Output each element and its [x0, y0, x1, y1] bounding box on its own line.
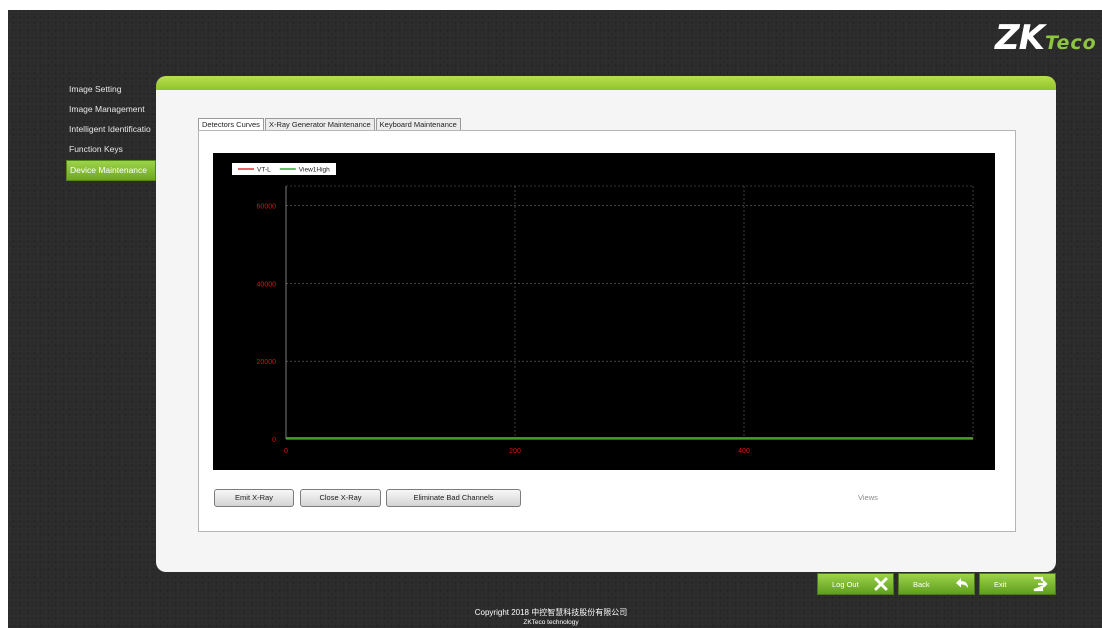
sidebar-item-function-keys[interactable]: Function Keys [66, 140, 156, 159]
y-tick-label: 40000 [257, 281, 277, 288]
chart-svg: 0 20000 40000 60000 0 200 400 VT-L View1High [213, 153, 995, 470]
back-button[interactable]: Back [898, 573, 975, 595]
logout-button[interactable]: Log Out [817, 573, 894, 595]
zkteco-logo: ZKTeco [995, 18, 1097, 58]
back-label: Back [913, 580, 930, 589]
x-axis-label: Views [858, 493, 878, 502]
chart-background [213, 153, 995, 470]
logout-label: Log Out [832, 580, 859, 589]
legend-label: VT-L [257, 167, 271, 174]
logo-zk: ZK [995, 18, 1045, 58]
exit-label: Exit [994, 580, 1007, 589]
sidebar-item-device-maintenance[interactable]: Device Maintenance [66, 160, 156, 181]
back-arrow-icon [956, 578, 968, 588]
exit-door-icon [1033, 576, 1048, 592]
sidebar-item-image-setting[interactable]: Image Setting [66, 80, 156, 99]
logo-eco: Teco [1045, 32, 1097, 54]
y-tick-label: 60000 [257, 203, 277, 210]
emit-xray-button[interactable]: Emit X-Ray [214, 489, 294, 507]
y-tick-label: 0 [272, 437, 276, 444]
sidebar-item-intelligent-identification[interactable]: Intelligent Identificatio [66, 120, 156, 139]
close-xray-button[interactable]: Close X-Ray [300, 489, 381, 507]
close-x-icon [874, 577, 888, 591]
detectors-curve-chart: 0 20000 40000 60000 0 200 400 VT-L View1High [213, 153, 995, 470]
company-text: ZKTeco technology [523, 619, 579, 626]
y-tick-label: 20000 [257, 359, 277, 366]
x-tick-label: 0 [284, 448, 288, 455]
eliminate-bad-channels-button[interactable]: Eliminate Bad Channels [386, 489, 521, 507]
x-tick-label: 200 [509, 448, 521, 455]
sidebar-item-image-management[interactable]: Image Management [66, 100, 156, 119]
copyright-text: Copyright 2018 中控智慧科技股份有限公司 [474, 608, 628, 617]
legend-label: View1High [299, 167, 330, 174]
x-tick-label: 400 [738, 448, 750, 455]
exit-button[interactable]: Exit [979, 573, 1056, 595]
sidebar-nav: Image Setting Image Management Intellige… [66, 80, 156, 182]
